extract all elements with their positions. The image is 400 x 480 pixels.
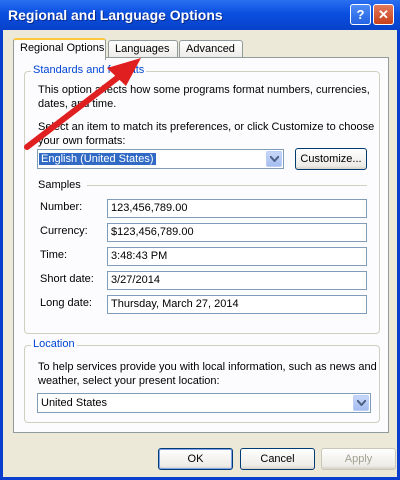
standards-desc-line2: dates, and time.: [38, 98, 117, 110]
location-select[interactable]: United States: [37, 393, 371, 413]
close-button[interactable]: ✕: [373, 4, 394, 25]
location-desc-line2: weather, select your present location:: [38, 375, 220, 387]
samples-heading: Samples: [38, 179, 81, 191]
sample-value-short-date: 3/27/2014: [107, 271, 367, 290]
location-select-value: United States: [41, 397, 108, 409]
dialog-window: Regional and Language Options ? ✕ Region…: [0, 0, 400, 480]
sample-value-long-date: Thursday, March 27, 2014: [107, 295, 367, 314]
tab-advanced[interactable]: Advanced: [179, 40, 243, 58]
location-legend: Location: [31, 338, 77, 350]
select-instruction-line2: your own formats:: [38, 135, 126, 147]
sample-label-number: Number:: [40, 201, 83, 213]
standards-legend: Standards and formats: [31, 64, 147, 76]
tab-regional-options[interactable]: Regional Options: [13, 38, 106, 60]
sample-label-time: Time:: [40, 249, 68, 261]
sample-label-short-date: Short date:: [40, 273, 94, 285]
sample-label-currency: Currency:: [40, 225, 88, 237]
ok-button[interactable]: OK: [158, 448, 233, 470]
apply-button: Apply: [321, 448, 396, 470]
sample-label-long-date: Long date:: [40, 297, 92, 309]
standards-desc-line1: This option affects how some programs fo…: [38, 84, 370, 96]
tab-panel-regional-options: Standards and formats This option affect…: [13, 57, 389, 433]
chevron-down-icon[interactable]: [353, 395, 369, 411]
format-select-value: English (United States): [39, 153, 156, 165]
standards-group: Standards and formats This option affect…: [24, 64, 380, 334]
sample-value-currency: $123,456,789.00: [107, 223, 367, 242]
sample-value-time: 3:48:43 PM: [107, 247, 367, 266]
window-title: Regional and Language Options: [8, 7, 223, 23]
location-desc-line1: To help services provide you with local …: [38, 361, 377, 373]
sample-value-number: 123,456,789.00: [107, 199, 367, 218]
title-bar[interactable]: Regional and Language Options ? ✕: [0, 0, 400, 30]
samples-divider: [87, 185, 367, 186]
cancel-button[interactable]: Cancel: [240, 448, 315, 470]
tab-languages[interactable]: Languages: [108, 40, 178, 58]
select-instruction-line1: Select an item to match its preferences,…: [38, 121, 375, 133]
customize-button[interactable]: Customize...: [295, 148, 367, 170]
location-group: Location To help services provide you wi…: [24, 338, 380, 423]
help-button[interactable]: ?: [350, 4, 371, 25]
chevron-down-icon[interactable]: [266, 151, 282, 167]
format-select[interactable]: English (United States): [37, 149, 284, 169]
